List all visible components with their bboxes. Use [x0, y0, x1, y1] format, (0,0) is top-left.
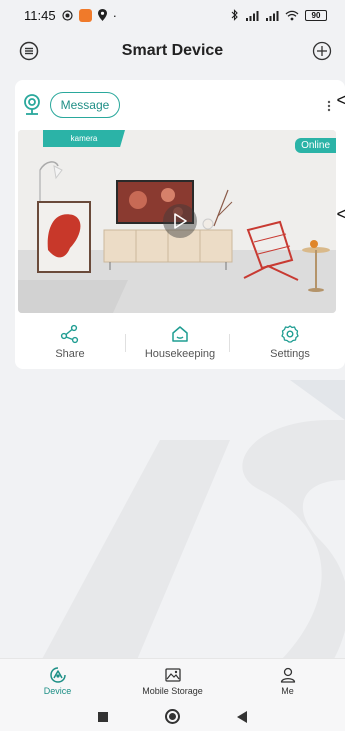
battery-indicator: 90: [305, 9, 327, 21]
housekeeping-label: Housekeeping: [144, 348, 216, 360]
gear-icon: [280, 324, 300, 344]
share-icon: [60, 324, 80, 344]
status-bar: 11:45 · 90: [0, 0, 345, 30]
settings-label: Settings: [270, 348, 310, 360]
stray-mark: <: [336, 90, 345, 110]
status-badge: Online: [295, 138, 336, 153]
signal-icon: [245, 10, 259, 21]
bluetooth-icon: [231, 9, 239, 21]
stray-mark: <: [336, 204, 345, 224]
tab-mobile-storage[interactable]: Mobile Storage: [115, 659, 230, 702]
camera-icon: [23, 94, 41, 116]
share-button[interactable]: Share: [15, 324, 125, 364]
divider: [229, 334, 230, 352]
signal-icon-2: [265, 10, 279, 21]
tab-me-label: Me: [281, 685, 294, 696]
device-card: Message < < kamera Online Share Housekee…: [15, 80, 345, 369]
menu-icon[interactable]: [18, 40, 40, 62]
page-title: Smart Device: [121, 42, 224, 59]
housekeeping-button[interactable]: Housekeeping: [125, 324, 235, 364]
app-notification-icon: [78, 8, 92, 22]
recents-button[interactable]: [98, 711, 109, 722]
tab-mobile-storage-label: Mobile Storage: [142, 685, 203, 696]
more-options-icon[interactable]: [327, 99, 331, 112]
record-icon: [61, 9, 73, 21]
location-icon: [97, 9, 107, 21]
tab-device-label: Device: [43, 685, 72, 696]
wifi-icon: [285, 10, 299, 21]
status-dot: ·: [112, 7, 117, 23]
image-icon: [164, 666, 182, 684]
back-button[interactable]: [236, 710, 247, 723]
camera-preview[interactable]: kamera Online: [18, 130, 336, 313]
tab-device[interactable]: Device: [0, 659, 115, 702]
share-label: Share: [55, 348, 85, 360]
home-icon: [170, 324, 190, 344]
device-name-badge: kamera: [43, 130, 125, 147]
device-card-header: Message: [23, 92, 345, 118]
play-button[interactable]: [163, 204, 197, 238]
user-icon: [279, 666, 297, 684]
status-time: 11:45: [24, 7, 56, 23]
play-icon: [174, 213, 187, 229]
settings-button[interactable]: Settings: [235, 324, 345, 364]
app-header: Smart Device: [0, 32, 345, 70]
device-icon: [49, 666, 67, 684]
device-actions: Share Housekeeping Settings: [15, 324, 345, 364]
bottom-tab-bar: Device Mobile Storage Me: [0, 658, 345, 702]
home-button[interactable]: [164, 709, 180, 724]
message-button[interactable]: Message: [50, 92, 120, 118]
background-watermark: [20, 380, 345, 700]
tab-me[interactable]: Me: [230, 659, 345, 702]
add-device-button[interactable]: [311, 40, 333, 62]
system-nav-bar: [0, 702, 345, 731]
